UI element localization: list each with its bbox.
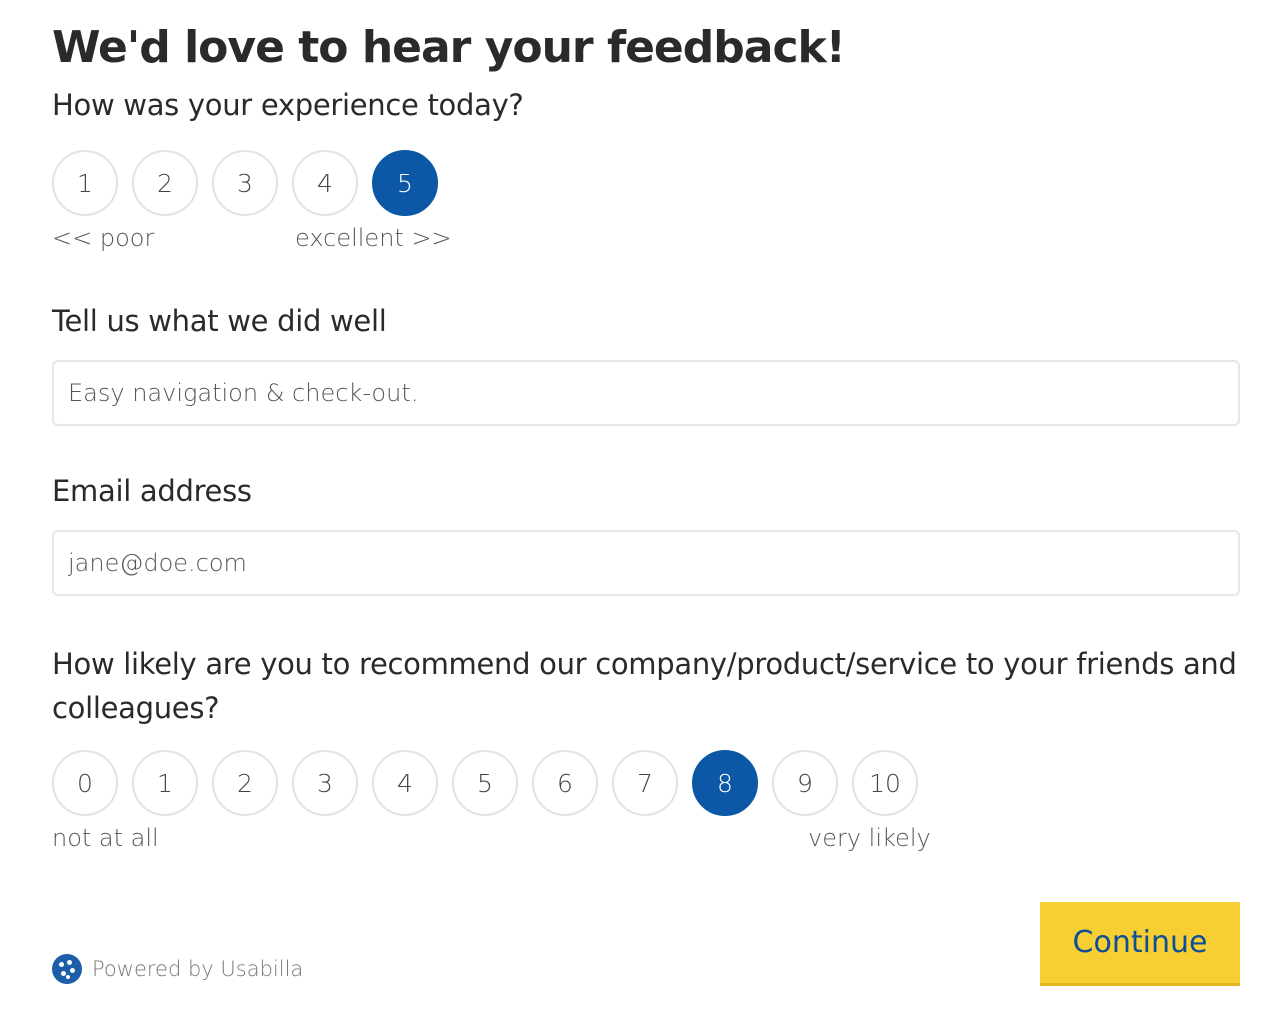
experience-option-3[interactable]: 3	[212, 150, 278, 216]
nps-option-2[interactable]: 2	[212, 750, 278, 816]
nps-max-label: very likely	[808, 824, 931, 852]
did-well-input[interactable]	[52, 360, 1240, 426]
experience-question: How was your experience today?	[52, 88, 524, 122]
experience-option-4[interactable]: 4	[292, 150, 358, 216]
nps-option-9[interactable]: 9	[772, 750, 838, 816]
experience-max-label: excellent >>	[295, 224, 452, 252]
nps-option-3[interactable]: 3	[292, 750, 358, 816]
experience-option-2[interactable]: 2	[132, 150, 198, 216]
nps-option-1[interactable]: 1	[132, 750, 198, 816]
nps-min-label: not at all	[52, 824, 159, 852]
page-title: We'd love to hear your feedback!	[52, 22, 846, 73]
usabilla-logo-icon	[52, 954, 82, 984]
experience-option-5[interactable]: 5	[372, 150, 438, 216]
nps-option-0[interactable]: 0	[52, 750, 118, 816]
nps-option-10[interactable]: 10	[852, 750, 918, 816]
nps-option-7[interactable]: 7	[612, 750, 678, 816]
nps-question: How likely are you to recommend our comp…	[52, 647, 1237, 725]
continue-button[interactable]: Continue	[1040, 902, 1240, 986]
experience-min-label: << poor	[52, 224, 155, 252]
email-field[interactable]	[52, 530, 1240, 596]
powered-by[interactable]: Powered by Usabilla	[52, 954, 303, 984]
nps-option-5[interactable]: 5	[452, 750, 518, 816]
powered-by-text: Powered by Usabilla	[92, 957, 304, 981]
nps-option-4[interactable]: 4	[372, 750, 438, 816]
nps-option-6[interactable]: 6	[532, 750, 598, 816]
experience-rating: 1 2 3 4 5	[52, 150, 438, 216]
experience-option-1[interactable]: 1	[52, 150, 118, 216]
nps-option-8[interactable]: 8	[692, 750, 758, 816]
nps-rating: 0 1 2 3 4 5 6 7 8 9 10	[52, 750, 918, 816]
email-label: Email address	[52, 474, 252, 508]
did-well-label: Tell us what we did well	[52, 304, 387, 338]
